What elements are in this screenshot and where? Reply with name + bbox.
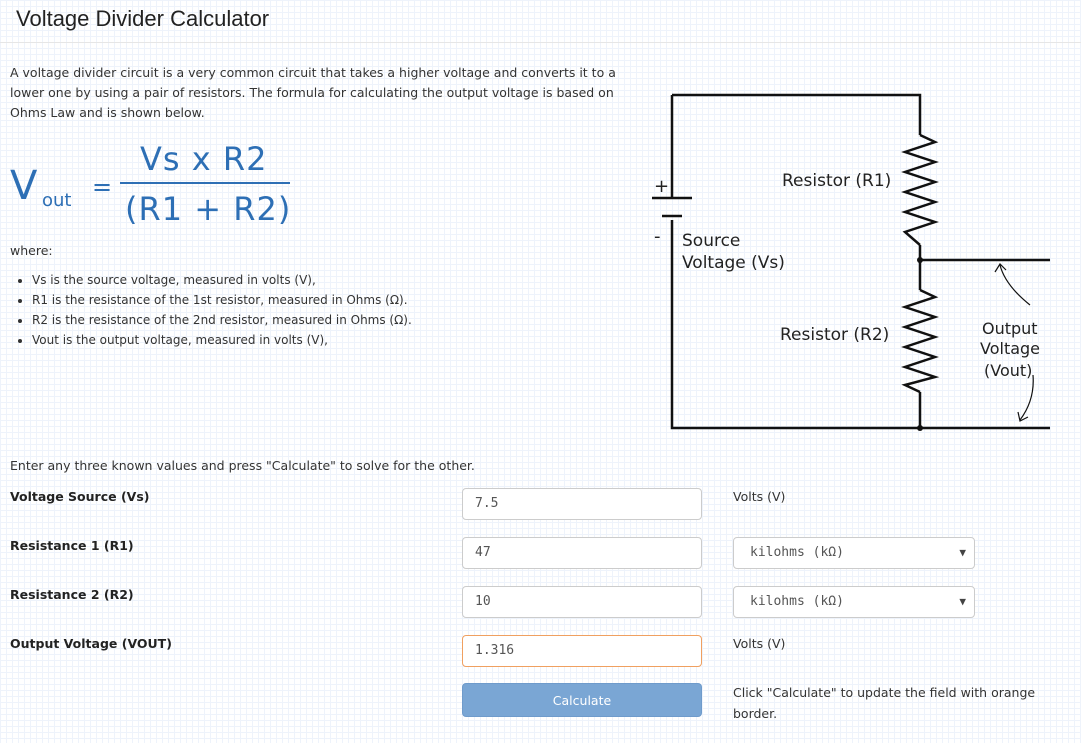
output-label-3: (Vout) <box>984 361 1032 380</box>
resistor-2-symbol <box>901 288 940 394</box>
source-label-2: Voltage (Vs) <box>682 253 785 273</box>
where-label: where: <box>10 243 53 258</box>
formula-out-subscript: out <box>42 190 72 211</box>
source-label-1: Source <box>682 231 740 251</box>
resistance-2-label: Resistance 2 (R2) <box>10 587 134 602</box>
resistance-1-unit-select[interactable]: kilohms (kΩ) ▼ <box>733 537 975 569</box>
resistance-1-unit-value: kilohms (kΩ) <box>750 545 844 560</box>
resistance-2-unit-value: kilohms (kΩ) <box>750 594 844 609</box>
definition-vs: Vs is the source voltage, measured in vo… <box>32 270 412 290</box>
intro-text: A voltage divider circuit is a very comm… <box>10 65 616 120</box>
resistance-2-input[interactable]: 10 <box>462 586 702 618</box>
definition-r1: R1 is the resistance of the 1st resistor… <box>32 290 412 310</box>
resistance-1-input[interactable]: 47 <box>462 537 702 569</box>
voltage-divider-formula: V out = Vs x R2 (R1 + R2) <box>0 135 320 235</box>
title-divider <box>0 42 1081 43</box>
calculate-note: Click "Calculate" to update the field wi… <box>733 685 1036 721</box>
resistance-1-label: Resistance 1 (R1) <box>10 538 134 553</box>
calculate-button[interactable]: Calculate <box>462 683 702 717</box>
voltage-source-unit: Volts (V) <box>733 489 786 504</box>
output-voltage-unit: Volts (V) <box>733 636 786 651</box>
voltage-source-label: Voltage Source (Vs) <box>10 489 150 504</box>
instruction-text: Enter any three known values and press "… <box>10 458 475 473</box>
formula-fraction-bar <box>120 182 290 184</box>
battery-plus: + <box>654 176 669 197</box>
formula-denominator: (R1 + R2) <box>125 190 292 228</box>
formula-numerator: Vs x R2 <box>140 140 268 178</box>
output-label-1: Output <box>982 319 1038 338</box>
chevron-down-icon: ▼ <box>959 595 966 608</box>
page-title: Voltage Divider Calculator <box>16 6 270 31</box>
definition-vout: Vout is the output voltage, measured in … <box>32 330 412 350</box>
voltage-source-input[interactable]: 7.5 <box>462 488 702 520</box>
battery-minus: - <box>654 226 661 247</box>
resistor-2-label: Resistor (R2) <box>780 325 889 345</box>
circuit-diagram: + - Resistor (R1) Source Voltage (Vs) Re… <box>652 93 1050 431</box>
chevron-down-icon: ▼ <box>959 546 966 559</box>
resistor-1-label: Resistor (R1) <box>782 171 891 191</box>
output-voltage-input[interactable]: 1.316 <box>462 635 702 667</box>
formula-v: V <box>10 163 38 209</box>
resistor-1-symbol <box>901 133 939 246</box>
definitions-list: Vs is the source voltage, measured in vo… <box>18 270 412 350</box>
resistance-2-unit-select[interactable]: kilohms (kΩ) ▼ <box>733 586 975 618</box>
formula-equals: = <box>92 173 113 201</box>
output-voltage-label: Output Voltage (VOUT) <box>10 636 172 651</box>
definition-r2: R2 is the resistance of the 2nd resistor… <box>32 310 412 330</box>
output-label-2: Voltage <box>980 339 1040 358</box>
